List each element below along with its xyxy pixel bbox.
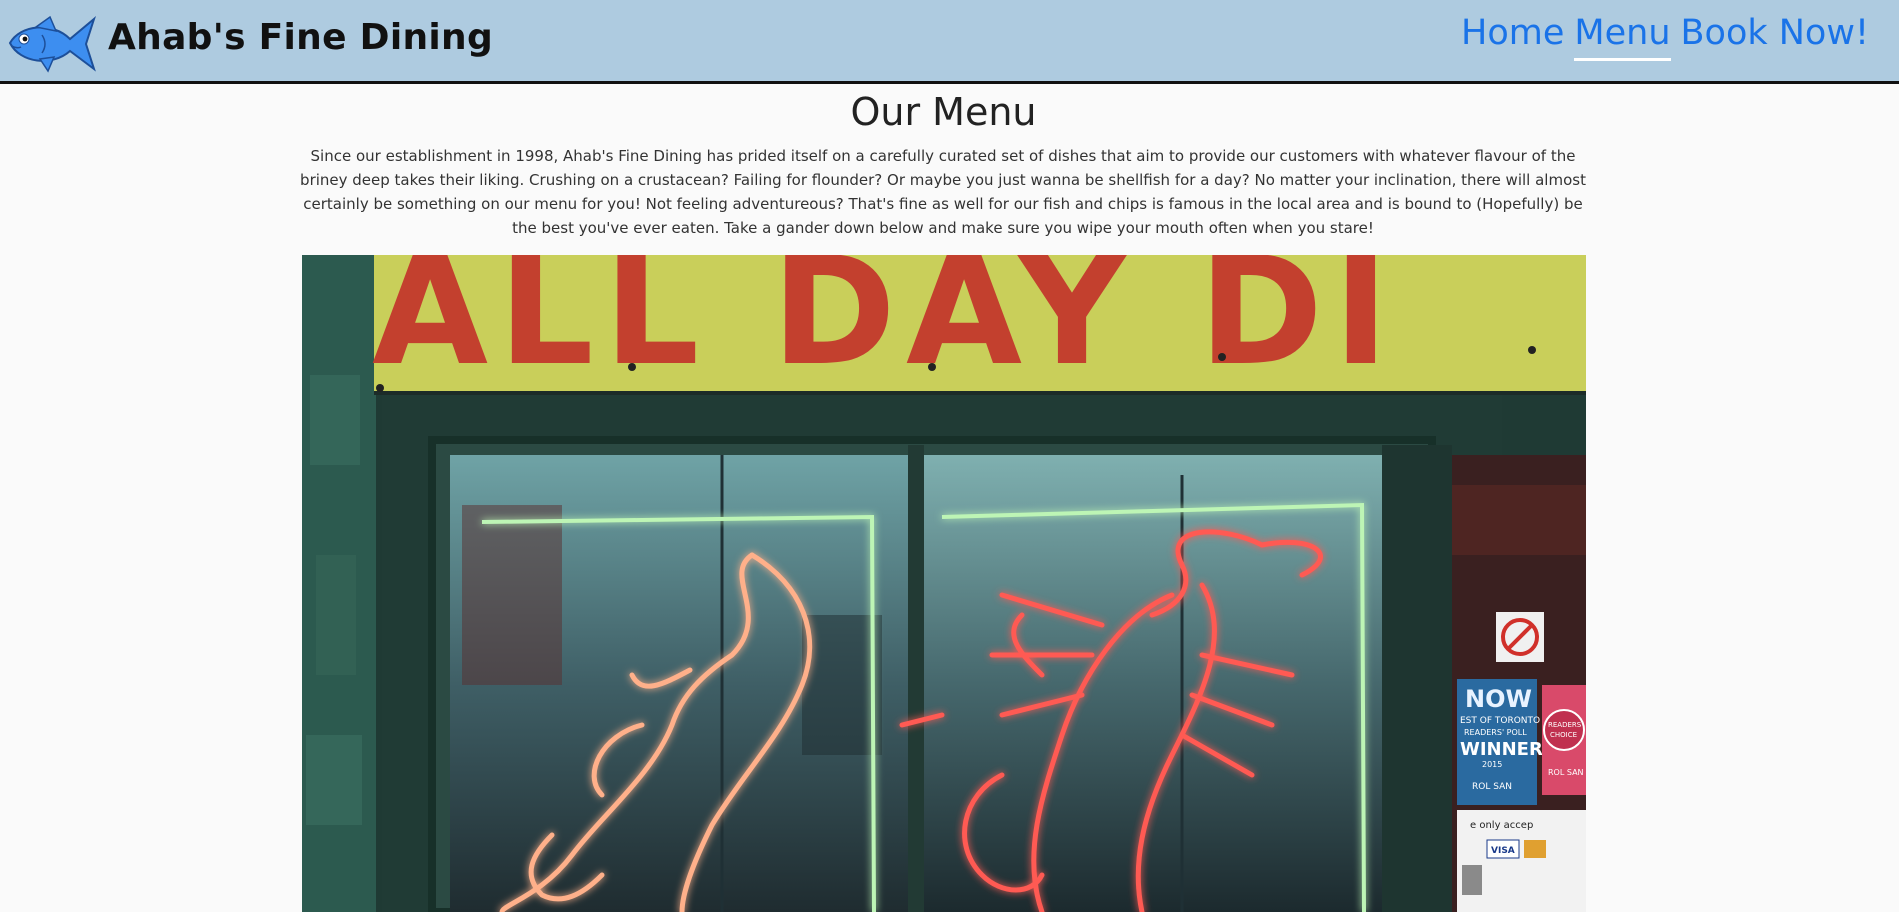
menu-intro-paragraph: Since our establishment in 1998, Ahab's … (300, 147, 1586, 237)
svg-text:ROL SAN: ROL SAN (1548, 768, 1584, 777)
banner-text: ALL DAY DI (372, 255, 1399, 399)
neon-storefront-photo: ALL DAY DI NOW EST OF TORONTO READERS' P… (302, 255, 1586, 912)
site-header: Ahab's Fine Dining Home Menu Book Now! (0, 0, 1899, 84)
fish-logo-icon[interactable] (6, 13, 96, 75)
svg-text:NOW: NOW (1465, 685, 1532, 713)
svg-text:READERS': READERS' (1548, 721, 1583, 729)
nav-home-link[interactable]: Home (1461, 10, 1564, 61)
svg-text:2015: 2015 (1482, 760, 1502, 769)
svg-text:WINNER: WINNER (1460, 739, 1543, 760)
main-nav: Home Menu Book Now! (1461, 10, 1869, 61)
svg-text:e only accep: e only accep (1470, 820, 1533, 831)
page-title: Our Menu (850, 90, 1037, 134)
nav-menu-link[interactable]: Menu (1574, 10, 1671, 61)
brand-name[interactable]: Ahab's Fine Dining (108, 15, 493, 61)
nav-book-now-link[interactable]: Book Now! (1681, 10, 1869, 61)
svg-text:ROL SAN: ROL SAN (1472, 782, 1512, 792)
svg-text:VISA: VISA (1491, 846, 1515, 856)
svg-text:CHOICE: CHOICE (1550, 731, 1577, 739)
svg-text:EST OF TORONTO: EST OF TORONTO (1460, 716, 1540, 726)
svg-text:READERS' POLL: READERS' POLL (1464, 728, 1527, 737)
hero-photo: ALL DAY DI NOW EST OF TORONTO READERS' P… (302, 255, 1586, 912)
